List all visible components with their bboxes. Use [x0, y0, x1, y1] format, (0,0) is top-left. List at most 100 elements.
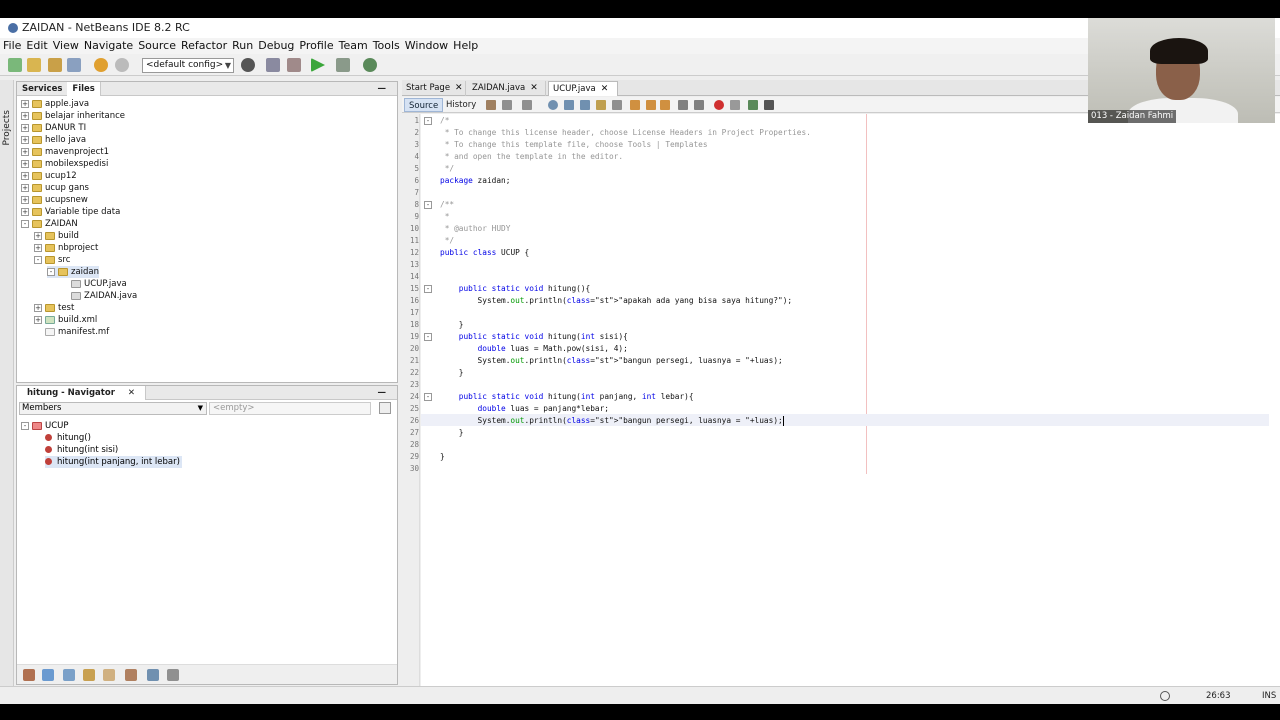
toggle-highlight-icon[interactable] — [596, 100, 606, 110]
file-tree-item[interactable]: + mobilexspedisi — [21, 158, 108, 170]
start-macro-icon[interactable] — [714, 100, 724, 110]
members-select[interactable]: Members ▼ — [19, 402, 207, 415]
code-line[interactable]: public class UCUP { — [440, 247, 529, 259]
code-line[interactable]: */ — [440, 163, 454, 175]
file-tree-item[interactable]: UCUP.java — [60, 278, 127, 290]
file-tree-item[interactable]: + test — [34, 302, 74, 314]
member-item-selected[interactable]: hitung(int panjang, int lebar) — [45, 456, 182, 468]
file-tree-item[interactable]: + ucupsnew — [21, 194, 88, 206]
previous-bookmark-icon[interactable] — [630, 100, 640, 110]
expand-icon[interactable]: + — [21, 195, 29, 204]
close-icon[interactable]: ✕ — [455, 83, 463, 93]
menu-debug[interactable]: Debug — [255, 38, 296, 54]
code-line[interactable]: * To change this license header, choose … — [440, 127, 811, 139]
expand-icon[interactable]: + — [34, 315, 42, 324]
member-item[interactable]: hitung() — [45, 432, 91, 444]
code-line[interactable]: * To change this template file, choose T… — [440, 139, 708, 151]
code-line[interactable]: * — [440, 211, 450, 223]
new-file-icon[interactable] — [8, 58, 22, 72]
expand-icon[interactable]: + — [21, 159, 29, 168]
tab-start-page[interactable]: Start Page ✕ — [402, 81, 466, 96]
shift-right-icon[interactable] — [694, 100, 704, 110]
code-line[interactable]: } — [440, 451, 445, 463]
file-tree-item[interactable]: + mavenproject1 — [21, 146, 109, 158]
file-tree-item[interactable]: manifest.mf — [34, 326, 109, 338]
file-tree-item[interactable]: + ucup12 — [21, 170, 77, 182]
file-tree-item[interactable]: + ucup gans — [21, 182, 89, 194]
non-public-filter-icon[interactable] — [83, 669, 95, 681]
profile-icon[interactable] — [363, 58, 377, 72]
file-tree-item[interactable]: + nbproject — [34, 242, 98, 254]
file-tree-item[interactable]: + build.xml — [34, 314, 97, 326]
menu-tools[interactable]: Tools — [370, 38, 402, 54]
file-tree-item[interactable]: + apple.java — [21, 98, 89, 110]
notifications-icon[interactable] — [1160, 691, 1170, 701]
tab-files[interactable]: Files — [67, 82, 101, 96]
file-tree-item[interactable]: + Variable tipe data — [21, 206, 120, 218]
fqn-filter-icon[interactable] — [125, 669, 137, 681]
file-tree-item[interactable]: - src — [34, 254, 70, 266]
code-fold-icon[interactable]: - — [424, 201, 432, 209]
tab-zaidan-java[interactable]: ZAIDAN.java ✕ — [468, 81, 546, 96]
code-line[interactable]: System.out.println(class="st">"apakah ad… — [440, 295, 793, 307]
menu-source[interactable]: Source — [135, 38, 178, 54]
menu-window[interactable]: Window — [402, 38, 450, 54]
uncomment-icon[interactable] — [764, 100, 774, 110]
code-line[interactable]: */ — [440, 235, 454, 247]
run-icon[interactable] — [311, 58, 325, 72]
comment-icon[interactable] — [748, 100, 758, 110]
code-fold-icon[interactable]: - — [424, 117, 432, 125]
stop-macro-icon[interactable] — [730, 100, 740, 110]
last-edit-icon[interactable] — [486, 100, 496, 110]
expand-icon[interactable]: + — [34, 243, 42, 252]
menu-view[interactable]: View — [50, 38, 81, 54]
static-filter-icon[interactable] — [63, 669, 75, 681]
inherited-members-icon[interactable] — [23, 669, 35, 681]
history-view-button[interactable]: History — [446, 98, 476, 112]
expand-icon[interactable]: + — [34, 231, 42, 240]
sort-by-source-icon[interactable] — [167, 669, 179, 681]
code-line[interactable]: } — [440, 319, 464, 331]
code-fold-icon[interactable]: - — [424, 393, 432, 401]
globe-icon[interactable] — [241, 58, 255, 72]
menu-help[interactable]: Help — [450, 38, 480, 54]
filter-options-icon[interactable] — [379, 402, 391, 414]
code-line[interactable]: public static void hitung(int sisi){ — [440, 331, 628, 343]
debug-icon[interactable] — [336, 58, 350, 72]
toggle-bookmark-icon[interactable] — [660, 100, 670, 110]
redo-icon[interactable] — [115, 58, 129, 72]
menu-refactor[interactable]: Refactor — [178, 38, 229, 54]
expand-icon[interactable]: + — [21, 183, 29, 192]
file-tree-item[interactable]: - zaidan — [47, 266, 100, 278]
find-next-icon[interactable] — [580, 100, 590, 110]
toggle-rect-select-icon[interactable] — [612, 100, 622, 110]
file-tree-item[interactable]: ZAIDAN.java — [60, 290, 137, 302]
clean-build-icon[interactable] — [287, 58, 301, 72]
navigator-title[interactable]: hitung - Navigator ✕ — [17, 386, 146, 400]
open-project-icon[interactable] — [48, 58, 62, 72]
back-icon[interactable] — [502, 100, 512, 110]
code-line[interactable]: public static void hitung(int panjang, i… — [440, 391, 694, 403]
code-line[interactable]: double luas = Math.pow(sisi, 4); — [440, 343, 628, 355]
code-line[interactable]: double luas = panjang*lebar; — [440, 403, 609, 415]
collapse-icon[interactable]: - — [21, 219, 29, 228]
menu-navigate[interactable]: Navigate — [81, 38, 135, 54]
code-line[interactable]: System.out.println(class="st">"bangun pe… — [440, 355, 783, 367]
code-fold-icon[interactable]: - — [424, 285, 432, 293]
tab-services[interactable]: Services — [17, 82, 67, 96]
file-tree-item[interactable]: + build — [34, 230, 79, 242]
expand-icon[interactable]: + — [21, 135, 29, 144]
minimize-icon[interactable]: — — [373, 82, 392, 96]
save-all-icon[interactable] — [67, 58, 81, 72]
file-tree-item[interactable]: - ZAIDAN — [21, 218, 78, 230]
build-hammer-icon[interactable] — [266, 58, 280, 72]
expand-icon[interactable]: + — [21, 123, 29, 132]
minimize-icon[interactable]: — — [373, 386, 392, 400]
inner-classes-filter-icon[interactable] — [103, 669, 115, 681]
shift-left-icon[interactable] — [678, 100, 688, 110]
close-icon[interactable]: ✕ — [530, 83, 538, 93]
code-line[interactable]: } — [440, 367, 464, 379]
code-line[interactable]: } — [440, 427, 464, 439]
expand-icon[interactable]: + — [21, 171, 29, 180]
code-line[interactable]: package zaidan; — [440, 175, 510, 187]
